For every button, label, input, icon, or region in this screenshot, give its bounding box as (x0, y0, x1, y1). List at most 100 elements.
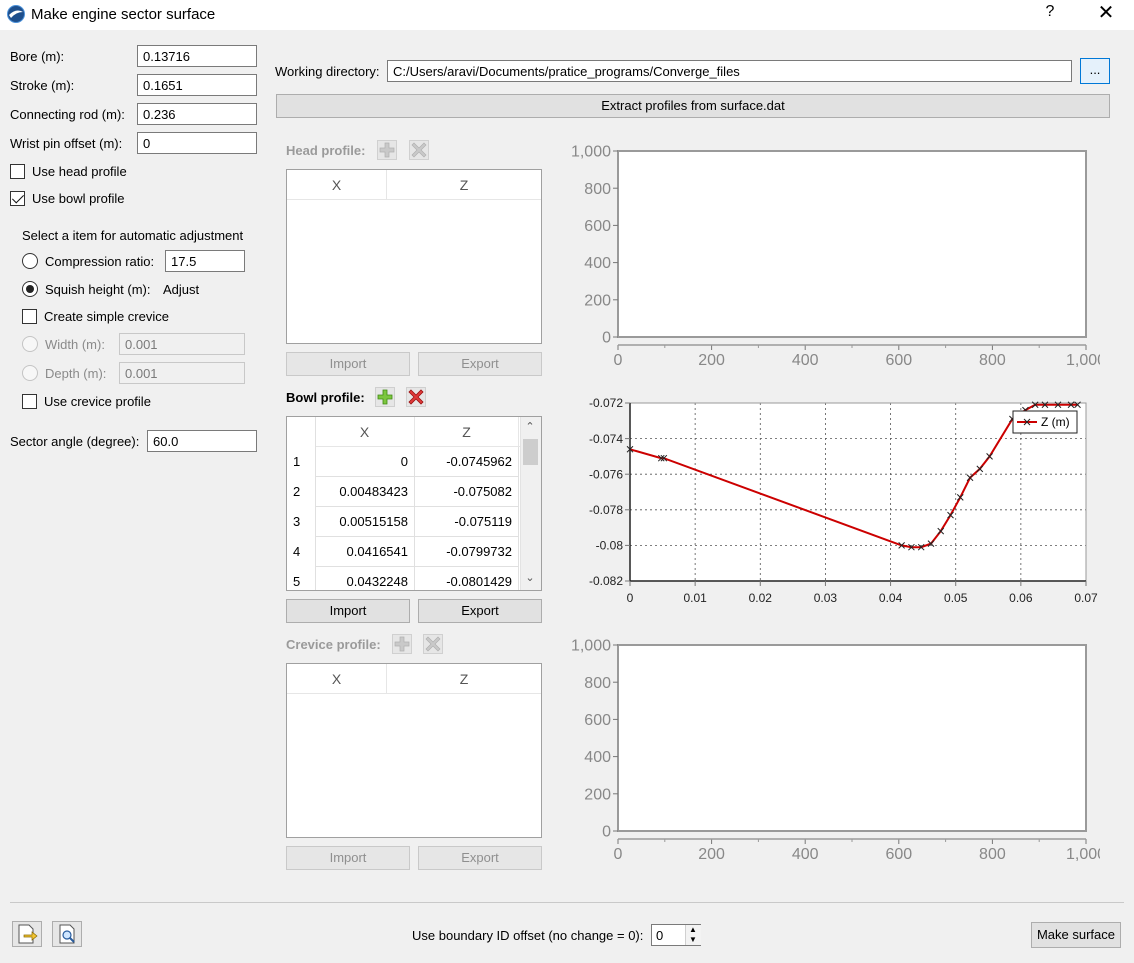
bowl-profile-label: Bowl profile: (286, 390, 365, 405)
close-button[interactable]: ✕ (1093, 2, 1119, 26)
x-tick-label: 200 (698, 352, 725, 369)
crevice-import-button[interactable]: Import (286, 846, 410, 870)
y-tick-label: 200 (584, 786, 611, 803)
x-tick-label: 800 (979, 352, 1006, 369)
x-tick-label: 600 (885, 846, 912, 863)
bowl-cell-x[interactable]: 0.0416541 (315, 537, 415, 567)
scroll-up-icon[interactable]: ⌃ (523, 420, 537, 434)
wrist-pin-offset-input[interactable]: 0 (137, 132, 257, 154)
bowl-profile-table[interactable]: X Z 1 0 -0.0745962 2 0.00483423 -0.07508… (286, 416, 542, 591)
bowl-row-index: 4 (293, 544, 301, 559)
use-crevice-profile-label: Use crevice profile (44, 394, 151, 409)
stroke-label: Stroke (m): (10, 78, 75, 93)
y-tick-label: 600 (584, 712, 611, 729)
bowl-row-index: 1 (293, 454, 301, 469)
x-tick-label: 0 (627, 591, 634, 605)
connecting-rod-input[interactable]: 0.236 (137, 103, 257, 125)
bowl-export-button[interactable]: Export (418, 599, 542, 623)
bowl-cell-x[interactable]: 0.00483423 (315, 477, 415, 507)
use-head-profile-checkbox[interactable] (10, 164, 25, 179)
x-tick-label: 0.06 (1009, 591, 1033, 605)
compression-ratio-input[interactable]: 17.5 (165, 250, 245, 272)
y-tick-label: -0.08 (596, 539, 624, 553)
boundary-offset-label: Use boundary ID offset (no change = 0): (412, 928, 644, 943)
scroll-thumb[interactable] (523, 439, 538, 465)
make-surface-button[interactable]: Make surface (1031, 922, 1121, 948)
y-tick-label: 1,000 (571, 638, 611, 655)
footer-divider (10, 902, 1124, 903)
remove-head-point-icon[interactable] (409, 140, 429, 160)
boundary-offset-spinbox[interactable]: 0 ▲ ▼ (651, 924, 701, 946)
x-tick-label: 400 (792, 352, 819, 369)
bowl-cell-z[interactable]: -0.0745962 (415, 447, 519, 477)
compression-ratio-radio[interactable] (22, 253, 38, 269)
spin-down-icon[interactable]: ▼ (689, 936, 697, 944)
crevice-column-z: Z (459, 671, 469, 687)
legend-label: Z (m) (1041, 415, 1070, 429)
sector-angle-input[interactable]: 60.0 (147, 430, 257, 452)
simple-crevice-checkbox[interactable] (22, 309, 37, 324)
working-directory-input[interactable]: C:/Users/aravi/Documents/pratice_program… (387, 60, 1072, 82)
window-title: Make engine sector surface (31, 6, 216, 23)
head-profile-label: Head profile: (286, 143, 366, 158)
x-tick-label: 600 (885, 352, 912, 369)
x-tick-label: 400 (792, 846, 819, 863)
use-bowl-profile-checkbox[interactable] (10, 191, 25, 206)
head-profile-table[interactable]: X Z (286, 169, 542, 344)
head-import-button[interactable]: Import (286, 352, 410, 376)
bowl-cell-x[interactable]: 0.0432248 (315, 567, 415, 590)
bowl-cell-z[interactable]: -0.0801429 (415, 567, 519, 590)
x-tick-label: 0.05 (944, 591, 968, 605)
compression-ratio-label: Compression ratio: (45, 254, 155, 269)
bowl-cell-z[interactable]: -0.0799732 (415, 537, 519, 567)
y-tick-label: 800 (584, 675, 611, 692)
y-tick-label: -0.076 (589, 467, 623, 481)
add-crevice-point-icon[interactable] (392, 634, 412, 654)
bowl-import-button[interactable]: Import (286, 599, 410, 623)
spin-up-icon[interactable]: ▲ (689, 926, 697, 934)
x-tick-label: 1,000 (1066, 352, 1100, 369)
crevice-column-x: X (287, 664, 387, 694)
bowl-cell-z[interactable]: -0.075082 (415, 477, 519, 507)
bowl-row-index: 5 (293, 574, 301, 589)
crevice-profile-label: Crevice profile: (286, 637, 381, 652)
bowl-cell-x[interactable]: 0.00515158 (315, 507, 415, 537)
squish-height-radio[interactable] (22, 281, 38, 297)
bowl-cell-x[interactable]: 0 (315, 447, 415, 477)
crevice-export-button[interactable]: Export (418, 846, 542, 870)
bowl-column-z: Z (415, 417, 519, 447)
add-head-point-icon[interactable] (377, 140, 397, 160)
crevice-profile-table[interactable]: X Z (286, 663, 542, 838)
plot-area (618, 151, 1086, 337)
head-export-button[interactable]: Export (418, 352, 542, 376)
browse-button[interactable]: ... (1080, 58, 1110, 84)
use-crevice-profile-checkbox[interactable] (22, 394, 37, 409)
bore-input[interactable]: 0.13716 (137, 45, 257, 67)
x-tick-label: 1,000 (1066, 846, 1100, 863)
width-radio[interactable] (22, 336, 38, 352)
depth-radio[interactable] (22, 365, 38, 381)
remove-crevice-point-icon[interactable] (423, 634, 443, 654)
extract-profiles-button[interactable]: Extract profiles from surface.dat (276, 94, 1110, 118)
width-label: Width (m): (45, 337, 105, 352)
app-logo-icon (7, 5, 25, 23)
stroke-input[interactable]: 0.1651 (137, 74, 257, 96)
working-directory-label: Working directory: (275, 64, 380, 79)
y-tick-label: 800 (584, 181, 611, 198)
use-bowl-profile-label: Use bowl profile (32, 191, 125, 206)
export-file-icon[interactable] (12, 921, 42, 947)
head-column-x: X (287, 170, 387, 200)
help-button[interactable]: ? (1038, 3, 1062, 25)
remove-bowl-point-icon[interactable] (406, 387, 426, 407)
depth-input[interactable]: 0.001 (119, 362, 245, 384)
width-input[interactable]: 0.001 (119, 333, 245, 355)
scroll-down-icon[interactable]: ⌄ (523, 571, 537, 585)
y-tick-label: 400 (584, 255, 611, 272)
add-bowl-point-icon[interactable] (375, 387, 395, 407)
bowl-column-x: X (315, 417, 415, 447)
bowl-cell-z[interactable]: -0.075119 (415, 507, 519, 537)
preview-file-icon[interactable] (52, 921, 82, 947)
squish-height-label: Squish height (m): (45, 282, 151, 297)
use-head-profile-label: Use head profile (32, 164, 127, 179)
y-tick-label: 0 (602, 330, 611, 347)
